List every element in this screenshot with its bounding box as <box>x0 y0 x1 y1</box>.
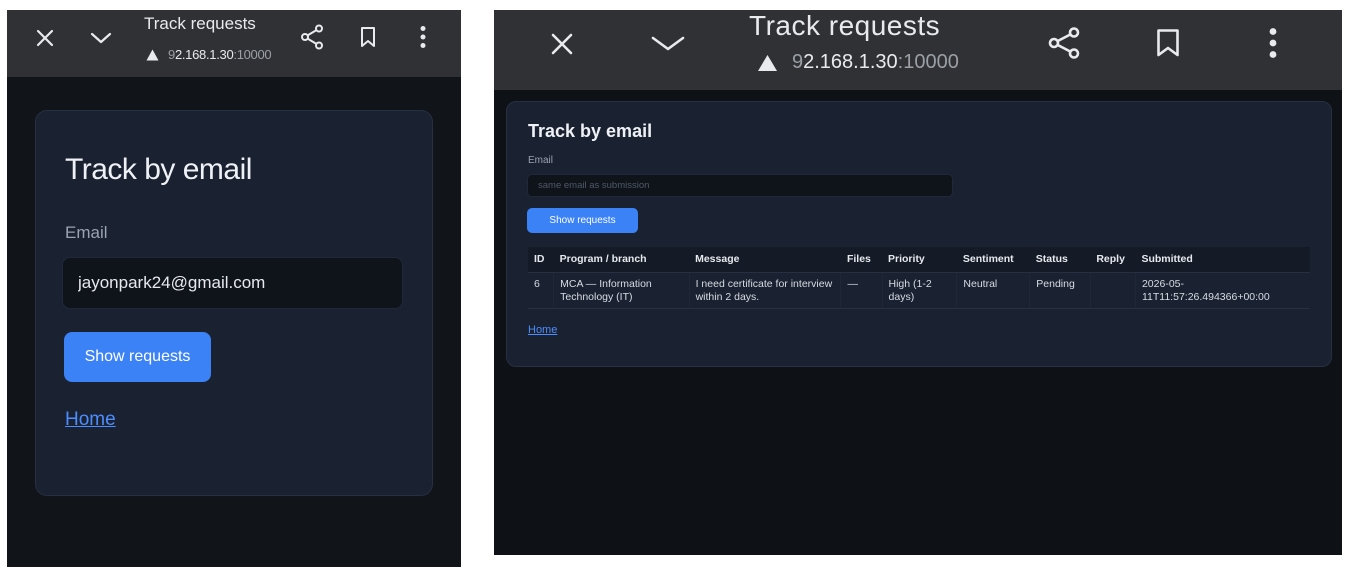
close-icon[interactable] <box>31 24 59 52</box>
warning-icon <box>757 54 778 72</box>
cell-priority: High (1-2 days) <box>882 272 958 309</box>
close-icon[interactable] <box>544 26 580 62</box>
more-vert-icon[interactable] <box>411 22 435 52</box>
browser-toolbar: Track requests 9 2.168.1.30:10000 <box>494 10 1342 90</box>
url-display[interactable]: 9 2.168.1.30:10000 <box>757 51 959 74</box>
col-sentiment: Sentiment <box>956 247 1030 273</box>
right-screenshot: Track requests 9 2.168.1.30:10000 Track b… <box>494 10 1342 555</box>
warning-icon <box>146 49 159 61</box>
home-link[interactable]: Home <box>65 409 116 431</box>
cell-submitted: 2026-05-11T11:57:26.494366+00:00 <box>1135 272 1310 309</box>
col-reply: Reply <box>1090 247 1136 273</box>
home-link[interactable]: Home <box>528 324 557 336</box>
cell-sentiment: Neutral <box>956 272 1031 309</box>
track-card: Track by email Email Show requests Home <box>35 110 433 496</box>
cell-program: MCA — Information Technology (IT) <box>553 272 690 309</box>
bookmark-icon[interactable] <box>1150 24 1186 62</box>
track-card: Track by email Email Show requests ID Pr… <box>506 101 1332 367</box>
email-input[interactable] <box>527 174 953 197</box>
col-program: Program / branch <box>553 247 690 273</box>
col-submitted: Submitted <box>1135 247 1310 273</box>
show-requests-button[interactable]: Show requests <box>64 332 211 382</box>
requests-table: ID Program / branch Message Files Priori… <box>528 247 1310 309</box>
cell-reply <box>1090 272 1136 309</box>
share-icon[interactable] <box>1042 22 1086 64</box>
page-title: Track requests <box>749 10 941 41</box>
more-vert-icon[interactable] <box>1258 24 1288 62</box>
col-id: ID <box>528 247 554 273</box>
cell-id: 6 <box>528 272 555 309</box>
share-icon[interactable] <box>297 22 327 52</box>
email-input[interactable] <box>62 257 403 309</box>
chevron-down-icon[interactable] <box>646 26 690 62</box>
card-title: Track by email <box>65 153 252 186</box>
email-label: Email <box>528 155 554 166</box>
left-screenshot: Track requests 9 2.168.1.30:10000 Track b… <box>7 10 461 567</box>
col-files: Files <box>840 247 883 273</box>
chevron-down-icon[interactable] <box>87 24 115 52</box>
card-title: Track by email <box>528 121 653 141</box>
cell-files: — <box>840 272 883 309</box>
url-display[interactable]: 9 2.168.1.30:10000 <box>146 47 272 62</box>
table-row: 6 MCA — Information Technology (IT) I ne… <box>528 272 1310 309</box>
email-label: Email <box>65 223 108 242</box>
table-header-row: ID Program / branch Message Files Priori… <box>528 247 1310 273</box>
cell-message: I need certificate for interview within … <box>689 272 842 309</box>
browser-toolbar: Track requests 9 2.168.1.30:10000 <box>7 10 461 77</box>
page-title: Track requests <box>144 14 256 33</box>
bookmark-icon[interactable] <box>355 23 381 51</box>
col-status: Status <box>1029 247 1091 273</box>
cell-status: Pending <box>1029 272 1091 309</box>
col-priority: Priority <box>882 247 957 273</box>
show-requests-button[interactable]: Show requests <box>527 208 638 233</box>
col-message: Message <box>689 247 841 273</box>
